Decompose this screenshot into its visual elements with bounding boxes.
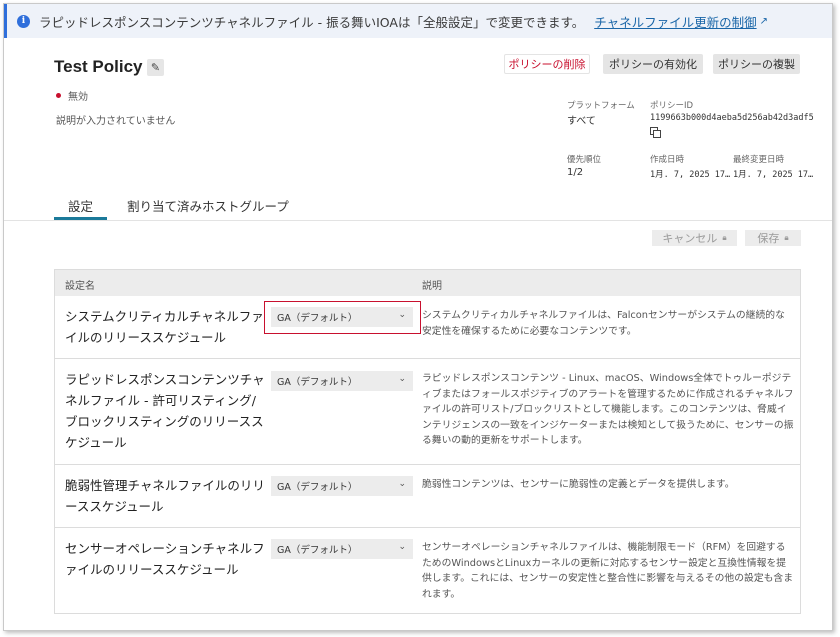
setting-description: 脆弱性コンテンツは、センサーに脆弱性の定義とデータを提供します。 — [422, 479, 735, 490]
created-value: 1月. 7, 2025 17… — [650, 170, 731, 180]
info-banner: i ラピッドレスポンスコンテンツチャネルファイル - 振る舞いIOAは「全般設定… — [4, 4, 832, 38]
created-label: 作成日時 — [650, 155, 685, 165]
status-dot-icon — [56, 93, 61, 98]
external-link-icon[interactable]: ↗ — [760, 16, 768, 27]
status-badge: 無効 — [56, 88, 88, 103]
select-value: GA（デフォルト） — [277, 482, 358, 493]
delete-policy-button[interactable]: ポリシーの削除 — [504, 54, 590, 74]
release-schedule-select[interactable]: GA（デフォルト） ⌄ — [271, 307, 413, 327]
modified-value: 1月. 7, 2025 17… — [733, 170, 814, 180]
pencil-icon[interactable]: ✎ — [147, 59, 164, 76]
platform-value: すべて — [567, 116, 596, 127]
modified-label: 最終変更日時 — [733, 155, 785, 165]
precedence-label: 優先順位 — [567, 155, 602, 165]
chevron-down-icon: ⌄ — [398, 542, 406, 552]
app-window: i ラピッドレスポンスコンテンツチャネルファイル - 振る舞いIOAは「全般設定… — [3, 3, 833, 631]
setting-description: センサーオペレーションチャネルファイルは、機能制限モード（RFM）を回避するため… — [422, 542, 794, 600]
setting-name: 脆弱性管理チャネルファイルのリリーススケジュール — [65, 478, 265, 514]
precedence-value: 1/2 — [567, 167, 584, 178]
tabs-divider — [4, 220, 832, 221]
chevron-down-icon: ⌄ — [398, 374, 406, 384]
setting-name: センサーオペレーションチャネルファイルのリリーススケジュール — [65, 541, 265, 577]
setting-name: システムクリティカルチャネルファイルのリリーススケジュール — [65, 309, 264, 345]
cancel-label: キャンセル — [662, 232, 718, 245]
save-label: 保存 — [757, 232, 780, 245]
release-schedule-select[interactable]: GA（デフォルト） ⌄ — [271, 476, 413, 496]
copy-icon[interactable] — [650, 127, 661, 138]
platform-label: プラットフォーム — [567, 101, 635, 111]
enable-policy-button[interactable]: ポリシーの有効化 — [603, 54, 703, 74]
save-button[interactable]: 保存 🔒︎ — [745, 230, 801, 246]
policy-description: 説明が入力されていません — [56, 116, 176, 127]
banner-text: ラピッドレスポンスコンテンツチャネルファイル - 振る舞いIOAは「全般設定」で… — [39, 14, 585, 30]
channel-file-update-link[interactable]: チャネルファイル更新の制御 — [594, 12, 756, 31]
info-icon: i — [17, 14, 30, 28]
setting-name: ラピッドレスポンスコンテンツチャネルファイル - 許可リスティング/ブロックリス… — [65, 372, 265, 450]
table-row: 脆弱性管理チャネルファイルのリリーススケジュール GA（デフォルト） ⌄ 脆弱性… — [55, 465, 800, 528]
tab-assigned-host-groups[interactable]: 割り当て済みホストグループ — [127, 196, 289, 215]
table-row: ラピッドレスポンスコンテンツチャネルファイル - 許可リスティング/ブロックリス… — [55, 359, 800, 465]
page-title: Test Policy — [54, 57, 143, 76]
release-schedule-select[interactable]: GA（デフォルト） ⌄ — [271, 539, 413, 559]
chevron-down-icon: ⌄ — [398, 310, 406, 320]
setting-description: システムクリティカルチャネルファイルは、Falconセンサーがシステムの継続的な… — [422, 310, 785, 337]
table-header: 設定名 説明 — [55, 270, 800, 296]
duplicate-policy-button[interactable]: ポリシーの複製 — [713, 54, 800, 74]
lock-icon: 🔒︎ — [722, 233, 727, 242]
table-row: システムクリティカルチャネルファイルのリリーススケジュール GA（デフォルト） … — [55, 296, 800, 359]
chevron-down-icon: ⌄ — [398, 479, 406, 489]
select-value: GA（デフォルト） — [277, 545, 358, 556]
column-header-description: 説明 — [422, 281, 442, 292]
release-schedule-select[interactable]: GA（デフォルト） ⌄ — [271, 371, 413, 391]
policy-id-label: ポリシーID — [650, 101, 694, 111]
select-value: GA（デフォルト） — [277, 377, 358, 388]
table-row: センサーオペレーションチャネルファイルのリリーススケジュール GA（デフォルト）… — [55, 528, 800, 613]
policy-id-value: 1199663b000d4aeba5d256ab42d3adf5 — [650, 113, 814, 123]
settings-table: 設定名 説明 システムクリティカルチャネルファイルのリリーススケジュール GA（… — [54, 269, 801, 614]
status-text: 無効 — [68, 92, 88, 103]
tab-settings[interactable]: 設定 — [54, 196, 107, 215]
setting-description: ラピッドレスポンスコンテンツ - Linux、macOS、Windows全体でト… — [422, 373, 794, 446]
active-tab-indicator — [54, 217, 107, 220]
lock-icon: 🔒︎ — [784, 233, 789, 242]
cancel-button[interactable]: キャンセル 🔒︎ — [652, 230, 737, 246]
select-value: GA（デフォルト） — [277, 313, 358, 324]
column-header-name: 設定名 — [65, 281, 95, 292]
